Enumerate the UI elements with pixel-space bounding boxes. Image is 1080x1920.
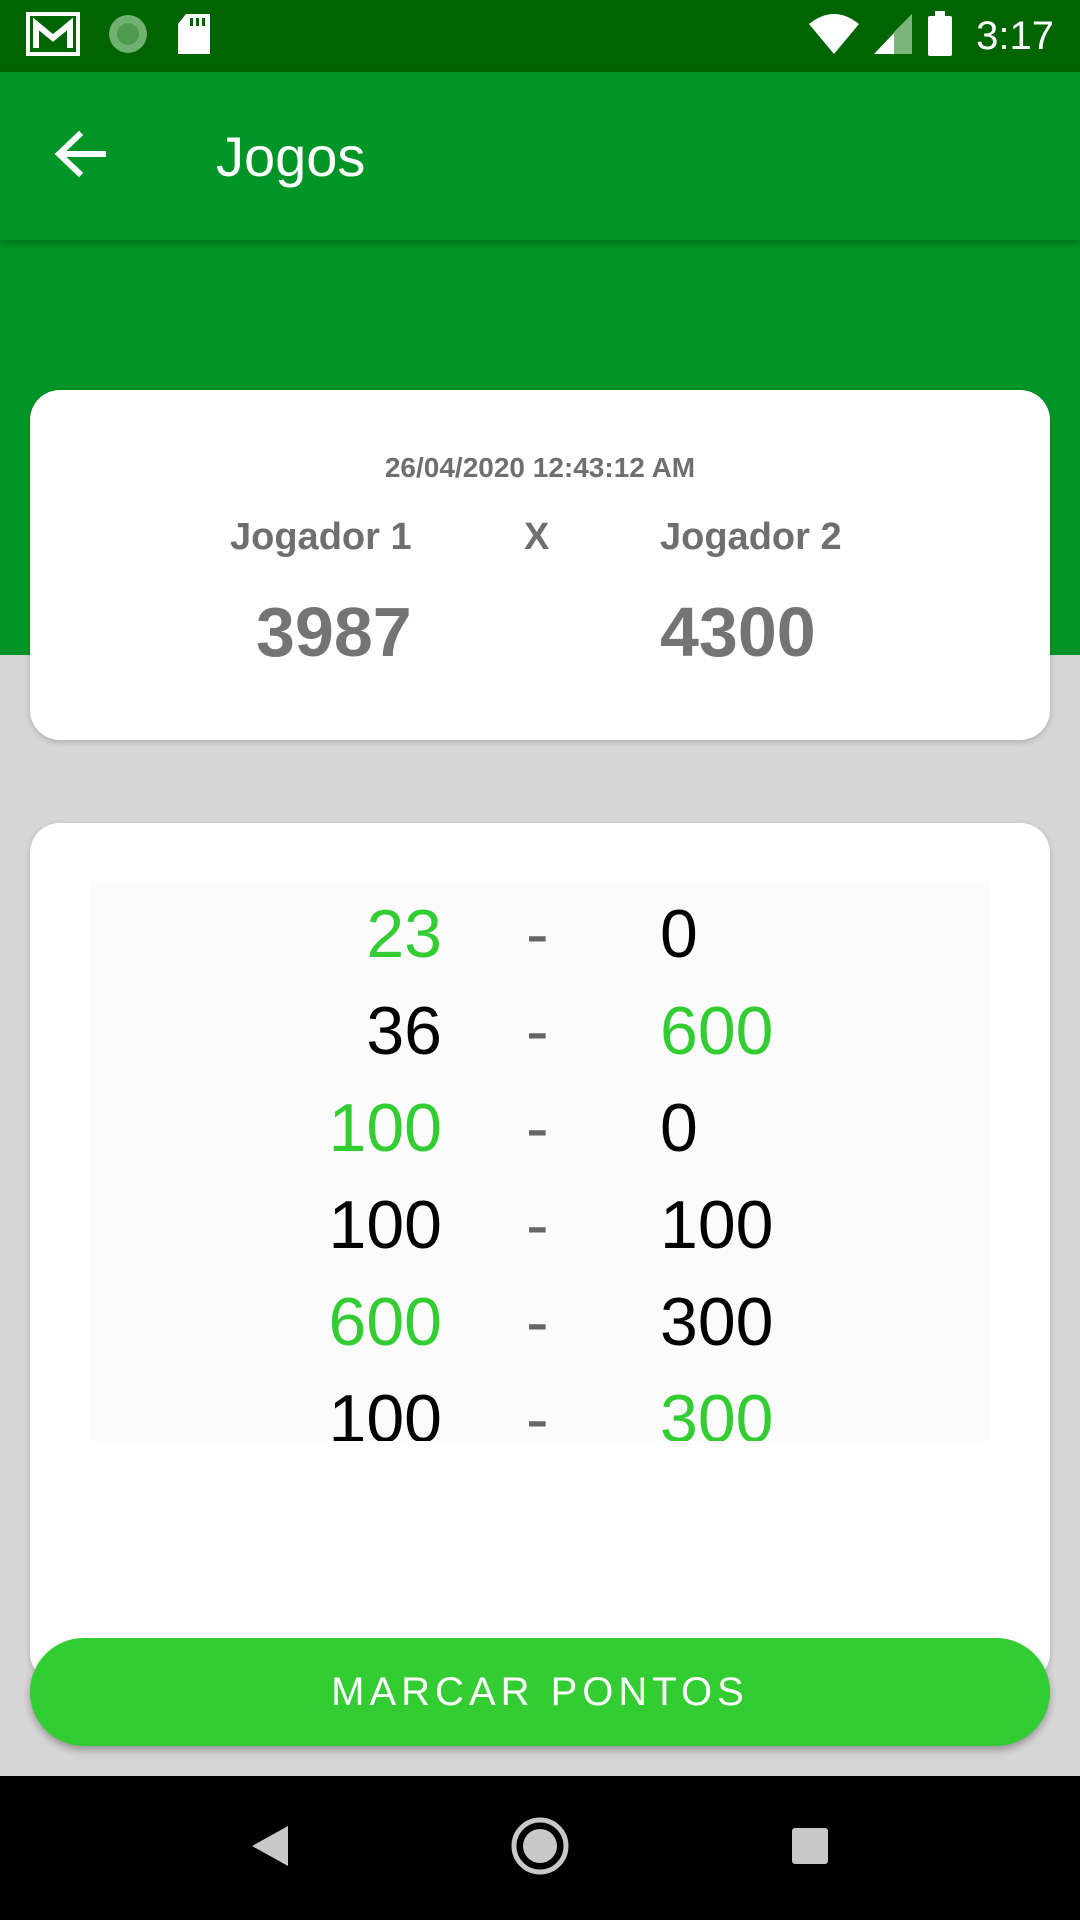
game-summary-card: 26/04/2020 12:43:12 AM Jogador 1 X Jogad…	[30, 390, 1050, 740]
round-player2-points: 100	[660, 1187, 774, 1263]
status-icons-left	[26, 11, 212, 61]
nav-home-button[interactable]	[508, 1816, 572, 1880]
round-player2-points: 300	[660, 1381, 774, 1441]
status-icons-right: 3:17	[808, 10, 1054, 62]
player2-name: Jogador 2	[660, 516, 842, 558]
rounds-list[interactable]: 23-036-600100-0100-100600-300100-300300-…	[90, 881, 990, 1441]
versus-label: X	[524, 516, 550, 558]
round-player1-points: 100	[328, 1090, 442, 1166]
status-bar: 3:17	[0, 0, 1080, 72]
round-player2-points: 0	[660, 896, 698, 972]
sync-icon	[106, 12, 150, 61]
round-separator: -	[526, 1284, 549, 1360]
status-time: 3:17	[976, 13, 1054, 58]
nav-back-button[interactable]	[238, 1816, 302, 1880]
square-recents-icon	[790, 1826, 830, 1871]
round-player2-points: 600	[660, 993, 774, 1069]
wifi-icon	[808, 12, 860, 61]
page-title: Jogos	[216, 125, 366, 188]
game-date: 26/04/2020 12:43:12 AM	[384, 452, 696, 483]
player1-score: 3987	[256, 593, 412, 671]
round-player1-points: 100	[328, 1187, 442, 1263]
player1-name: Jogador 1	[230, 516, 412, 558]
round-player1-points: 36	[366, 993, 442, 1069]
circle-home-icon	[510, 1816, 570, 1881]
sd-card-icon	[176, 12, 212, 61]
nav-recents-button[interactable]	[778, 1816, 842, 1880]
triangle-back-icon	[248, 1822, 292, 1875]
rounds-card: 23-036-600100-0100-100600-300100-300300-…	[30, 823, 1050, 1683]
round-separator: -	[526, 1381, 549, 1441]
round-row: 23 - 0	[90, 881, 990, 978]
round-player1-points: 100	[328, 1381, 442, 1441]
round-player1-points: 600	[328, 1284, 442, 1360]
cell-signal-icon	[872, 12, 914, 61]
round-separator: -	[526, 993, 549, 1069]
round-player1-points: 23	[366, 896, 442, 972]
mark-points-button[interactable]: MARCAR PONTOS	[30, 1638, 1050, 1746]
back-button[interactable]	[44, 120, 116, 192]
round-row: 600 - 300	[90, 1269, 990, 1366]
round-row: 100 - 100	[90, 1172, 990, 1269]
player2-score: 4300	[660, 593, 816, 671]
round-row: 100 - 0	[90, 1075, 990, 1172]
round-row: 36 - 600	[90, 978, 990, 1075]
gmail-icon	[26, 11, 80, 61]
battery-icon	[926, 10, 954, 62]
round-separator: -	[526, 1187, 549, 1263]
round-separator: -	[526, 896, 549, 972]
navigation-bar	[0, 1776, 1080, 1920]
app-bar: Jogos	[0, 72, 1080, 240]
round-player2-points: 300	[660, 1284, 774, 1360]
round-separator: -	[526, 1090, 549, 1166]
round-row: 100 - 300	[90, 1366, 990, 1441]
arrow-left-icon	[53, 127, 107, 186]
round-player2-points: 0	[660, 1090, 698, 1166]
